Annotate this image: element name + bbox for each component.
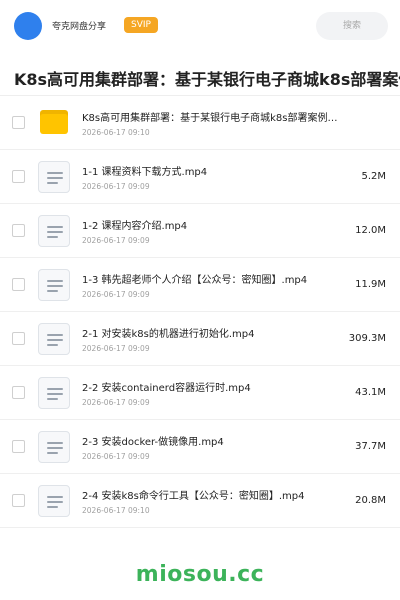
file-name: 1-3 韩先超老师个人介绍【公众号：密知圈】.mp4: [82, 275, 308, 286]
list-item[interactable]: 1-1 课程资料下载方式.mp4 2026-06-17 09:09 5.2M: [0, 150, 400, 204]
file-size: 43.1M: [355, 387, 386, 398]
file-document-icon: [38, 161, 70, 193]
header: 夸克网盘分享 SVIP 搜索: [0, 0, 400, 52]
file-name: 2-4 安装k8s命令行工具【公众号：密知圈】.mp4: [82, 491, 305, 502]
search-button[interactable]: 搜索: [316, 12, 388, 40]
file-document-icon: [38, 377, 70, 409]
file-list: K8s高可用集群部署：基于某银行电子商城k8s部署案例实战 2026-06-17…: [0, 96, 400, 528]
file-date: 2026-06-17 09:09: [82, 236, 150, 245]
row-checkbox[interactable]: [12, 278, 25, 291]
file-document-icon: [38, 269, 70, 301]
page-title: K8s高可用集群部署：基于某银行电子商城k8s部署案例实战: [14, 70, 400, 89]
file-name: 1-2 课程内容介绍.mp4: [82, 221, 188, 232]
row-checkbox[interactable]: [12, 494, 25, 507]
watermark: miosou.cc: [135, 562, 265, 587]
file-size: 12.0M: [355, 225, 386, 236]
file-name: K8s高可用集群部署：基于某银行电子商城k8s部署案例实战: [82, 113, 344, 124]
file-document-icon: [38, 215, 70, 247]
list-item[interactable]: 2-4 安装k8s命令行工具【公众号：密知圈】.mp4 2026-06-17 0…: [0, 474, 400, 528]
file-date: 2026-06-17 09:10: [82, 506, 150, 515]
row-checkbox[interactable]: [12, 332, 25, 345]
row-checkbox[interactable]: [12, 116, 25, 129]
file-document-icon: [38, 431, 70, 463]
file-date: 2026-06-17 09:09: [82, 452, 150, 461]
file-name: 2-1 对安装k8s的机器进行初始化.mp4: [82, 329, 255, 340]
svip-badge: SVIP: [124, 17, 158, 33]
file-date: 2026-06-17 09:09: [82, 398, 150, 407]
row-checkbox[interactable]: [12, 170, 25, 183]
file-size: 11.9M: [355, 279, 386, 290]
file-date: 2026-06-17 09:10: [82, 128, 150, 137]
row-checkbox[interactable]: [12, 386, 25, 399]
list-item[interactable]: 1-3 韩先超老师个人介绍【公众号：密知圈】.mp4 2026-06-17 09…: [0, 258, 400, 312]
file-document-icon: [38, 323, 70, 355]
list-item[interactable]: 2-2 安装containerd容器运行时.mp4 2026-06-17 09:…: [0, 366, 400, 420]
file-date: 2026-06-17 09:09: [82, 182, 150, 191]
list-item-folder[interactable]: K8s高可用集群部署：基于某银行电子商城k8s部署案例实战 2026-06-17…: [0, 96, 400, 150]
file-size: 5.2M: [361, 171, 386, 182]
list-item[interactable]: 2-1 对安装k8s的机器进行初始化.mp4 2026-06-17 09:09 …: [0, 312, 400, 366]
folder-icon: [40, 110, 68, 134]
avatar[interactable]: [14, 12, 42, 40]
list-item[interactable]: 1-2 课程内容介绍.mp4 2026-06-17 09:09 12.0M: [0, 204, 400, 258]
row-checkbox[interactable]: [12, 440, 25, 453]
row-checkbox[interactable]: [12, 224, 25, 237]
file-size: 309.3M: [348, 333, 386, 344]
file-name: 2-3 安装docker-做镜像用.mp4: [82, 437, 224, 448]
file-size: 37.7M: [355, 441, 386, 452]
file-name: 1-1 课程资料下载方式.mp4: [82, 167, 208, 178]
file-document-icon: [38, 485, 70, 517]
file-name: 2-2 安装containerd容器运行时.mp4: [82, 383, 251, 394]
list-item[interactable]: 2-3 安装docker-做镜像用.mp4 2026-06-17 09:09 3…: [0, 420, 400, 474]
file-date: 2026-06-17 09:09: [82, 290, 150, 299]
user-name[interactable]: 夸克网盘分享: [52, 19, 106, 32]
file-date: 2026-06-17 09:09: [82, 344, 150, 353]
file-size: 20.8M: [355, 495, 386, 506]
